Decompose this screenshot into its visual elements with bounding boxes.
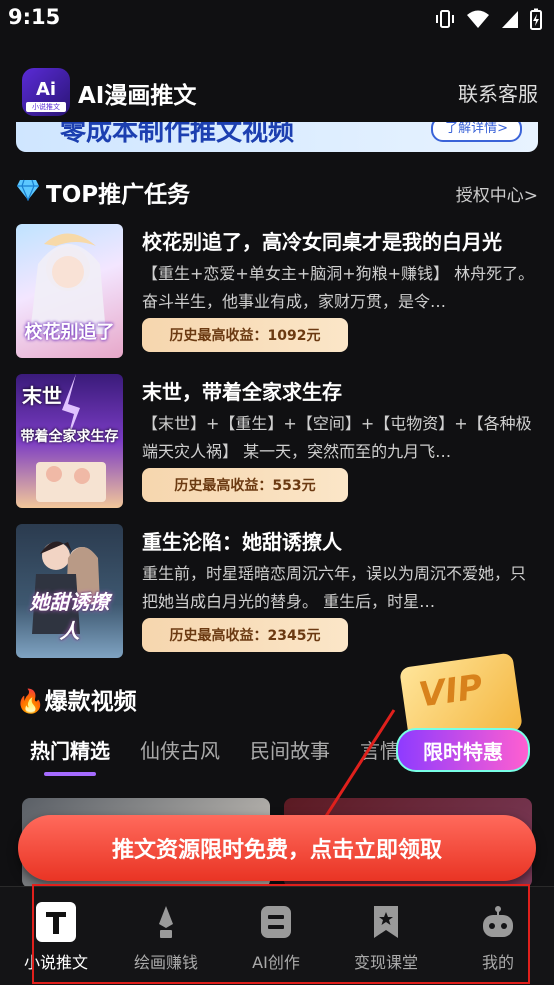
banner-text: 零成本制作推文视频: [60, 122, 295, 147]
free-resources-banner[interactable]: 推文资源限时免费，点击立即领取: [18, 815, 536, 881]
app-header: Ai 小说推文 AI漫画推文 联系客服: [0, 60, 554, 122]
cover-title: 校花别追了: [24, 322, 115, 343]
bottom-tab-bar: 小说推文 绘画赚钱 AI创作 变现课堂 我的: [0, 886, 554, 985]
robot-icon: [477, 901, 519, 943]
tabbar-item-drawing[interactable]: 绘画赚钱: [114, 901, 218, 973]
earning-badge: 历史最高收益：2345元: [142, 618, 348, 652]
book-title: 重生沦陷：她甜诱撩人: [142, 530, 342, 554]
tabbar-item-classroom[interactable]: 变现课堂: [334, 901, 438, 973]
book-cover: 她甜诱撩人: [16, 524, 123, 658]
book-cover: 末世 带着全家求生存: [16, 374, 123, 508]
banner-details-button[interactable]: 了解详情>: [431, 122, 522, 142]
app-logo: Ai 小说推文: [22, 68, 70, 116]
cover-title: 她甜诱撩人: [29, 590, 110, 643]
book-card[interactable]: 末世 带着全家求生存 末世，带着全家求生存 【末世】+【重生】+【空间】+【屯物…: [16, 374, 538, 512]
tabbar-item-mine[interactable]: 我的: [446, 901, 550, 973]
earning-badge: 历史最高收益：553元: [142, 468, 348, 502]
book-description: 【末世】+【重生】+【空间】+【屯物资】+【各种极端天灾人祸】 某一天，突然而至…: [142, 414, 532, 461]
tab-hot[interactable]: 热门精选: [30, 735, 110, 776]
text-t-icon: [35, 901, 77, 943]
promo-banner[interactable]: 零成本制作推文视频 了解详情>: [16, 122, 538, 152]
wifi-icon: [467, 10, 489, 28]
diamond-icon: [17, 179, 39, 201]
signal-icon: [502, 11, 518, 28]
status-time: 9:15: [8, 5, 61, 29]
cover-badge: 末世: [22, 384, 62, 408]
vip-label: VIP: [416, 667, 486, 716]
section-title: TOP推广任务: [46, 182, 191, 208]
tabbar-label: 绘画赚钱: [133, 953, 198, 972]
earning-badge: 历史最高收益：1092元: [142, 318, 348, 352]
status-bar: 9:15: [0, 0, 554, 38]
book-card[interactable]: 校花别追了 校花别追了，高冷女同桌才是我的白月光 【重生+恋爱+单女主+脑洞+狗…: [16, 224, 538, 362]
pen-nib-icon: [145, 901, 187, 943]
book-description: 重生前，时星瑶暗恋周沉六年，误以为周沉不爱她，只把她当成白月光的替身。 重生后，…: [142, 564, 527, 611]
ai-create-icon: [255, 901, 297, 943]
tabbar-item-novel[interactable]: 小说推文: [4, 901, 108, 973]
bookmark-star-icon: [365, 901, 407, 943]
fire-icon: 🔥: [16, 689, 45, 715]
book-card[interactable]: 她甜诱撩人 重生沦陷：她甜诱撩人 重生前，时星瑶暗恋周沉六年，误以为周沉不爱她，…: [16, 524, 538, 662]
limited-offer-badge[interactable]: 限时特惠: [396, 728, 530, 772]
logo-tag: 小说推文: [26, 102, 66, 112]
tabbar-label: 变现课堂: [353, 953, 418, 972]
vibrate-icon: [436, 10, 454, 28]
top-tasks-header: TOP推广任务 授权中心>: [16, 175, 538, 209]
book-cover: 校花别追了: [16, 224, 123, 358]
battery-icon: [530, 8, 542, 30]
app-title: AI漫画推文: [78, 83, 197, 109]
auth-center-link[interactable]: 授权中心>: [456, 181, 538, 206]
cover-title: 带着全家求生存: [20, 429, 119, 445]
hot-videos-header: 🔥爆款视频: [16, 682, 137, 716]
logo-text: Ai: [35, 78, 57, 100]
tabbar-label: AI创作: [252, 953, 300, 972]
book-description: 【重生+恋爱+单女主+脑洞+狗粮+赚钱】 林舟死了。 奋斗半生，他事业有成，家财…: [142, 264, 535, 311]
tabbar-label: 小说推文: [23, 953, 88, 972]
tab-xianxia[interactable]: 仙侠古风: [140, 735, 220, 764]
book-title: 校花别追了，高冷女同桌才是我的白月光: [142, 230, 502, 254]
contact-support-link[interactable]: 联系客服: [458, 78, 538, 107]
book-title: 末世，带着全家求生存: [142, 380, 342, 404]
tabbar-item-ai-create[interactable]: AI创作: [224, 901, 328, 973]
tabbar-label: 我的: [481, 953, 514, 972]
section-title: 爆款视频: [44, 689, 137, 715]
